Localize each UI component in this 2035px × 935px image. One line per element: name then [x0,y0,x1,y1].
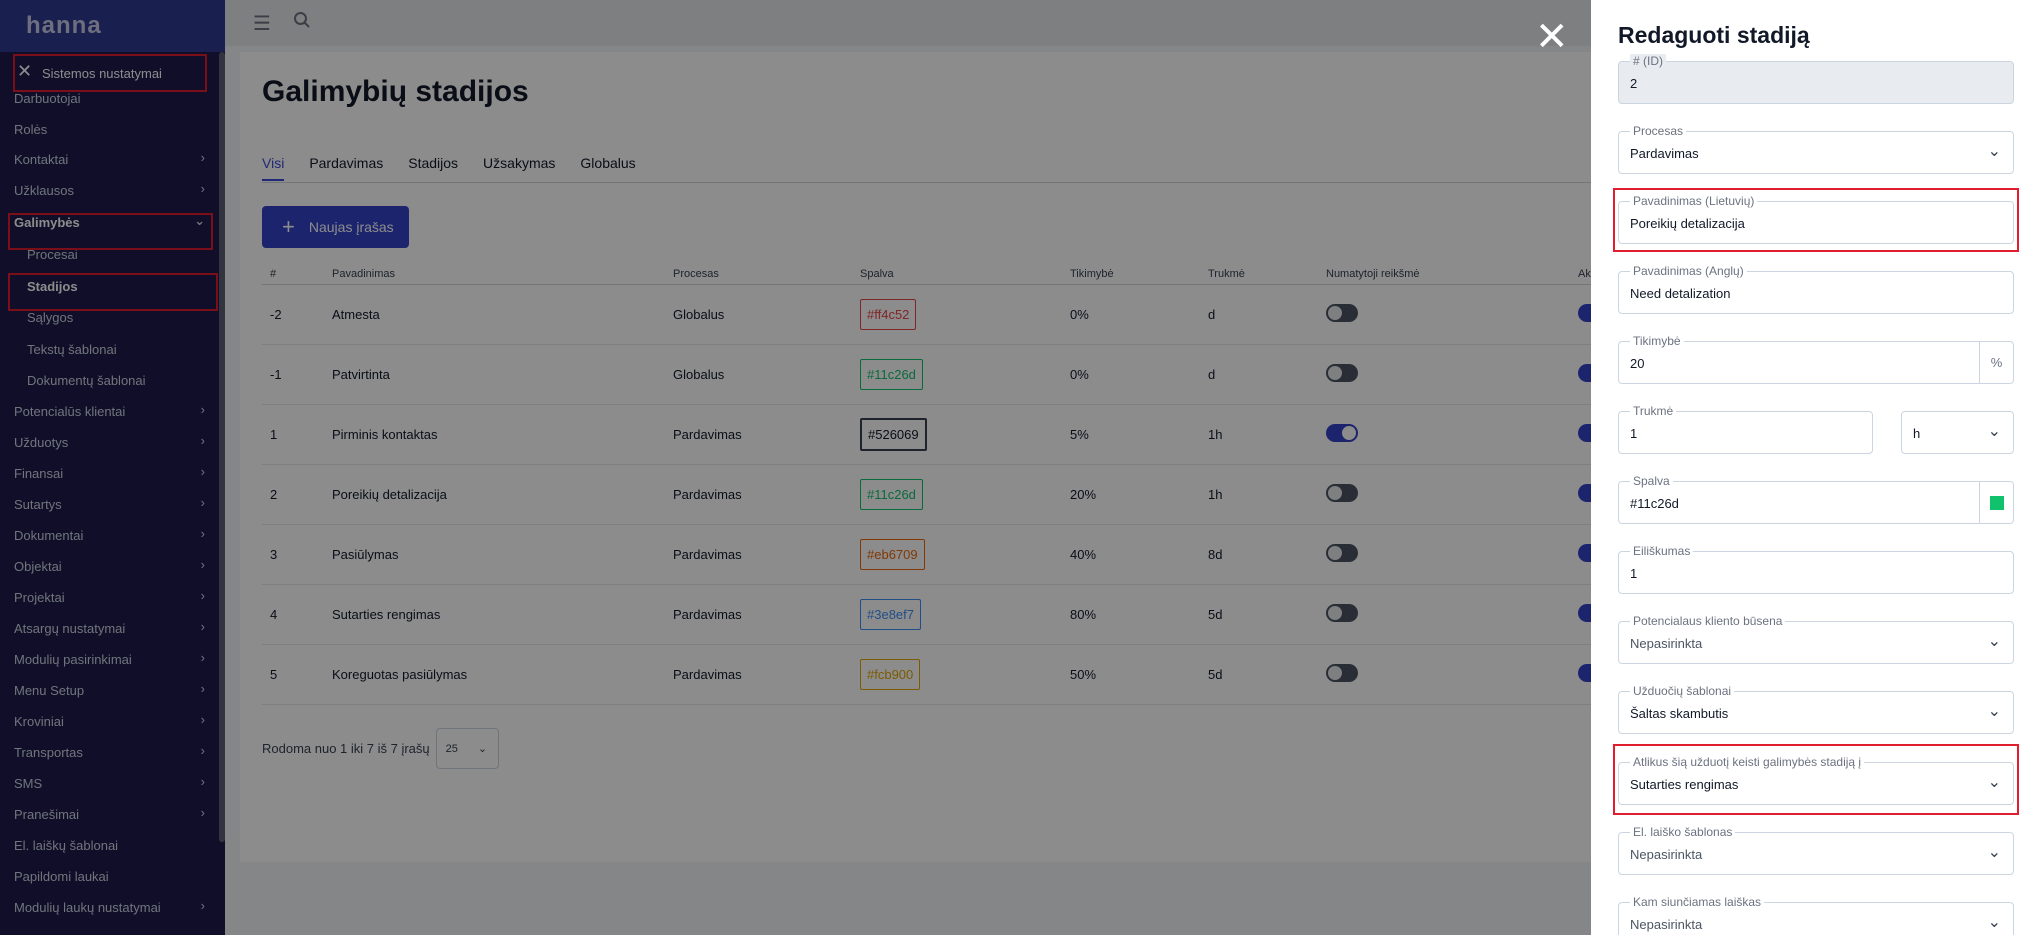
color-field[interactable]: Spalva #11c26d [1618,474,1980,524]
lead-status-value: Nepasirinkta [1630,636,1703,651]
field-label: Eiliškumas [1630,544,1694,558]
task-template-select[interactable]: Užduočių šablonai Šaltas skambutis ⌄ [1618,684,2014,734]
field-label: Procesas [1630,124,1687,138]
email-template-value: Nepasirinkta [1630,847,1703,862]
highlight-box [1613,188,2019,252]
id-field: # (ID) 2 [1618,54,2014,104]
drawer-title: Redaguoti stadiją [1618,22,1810,48]
chevron-down-icon: ⌄ [1987,703,2001,720]
duration-value: 1 [1630,426,1638,441]
lead-status-select[interactable]: Potencialaus kliento būsena Nepasirinkta… [1618,614,2014,664]
close-icon[interactable]: ✕ [1535,17,1569,57]
name-en-value: Need detalization [1630,286,1731,301]
recipient-value: Nepasirinkta [1630,917,1703,932]
field-label: Spalva [1630,474,1673,488]
field-label: Kam siunčiamas laiškas [1630,895,1765,909]
process-select[interactable]: Procesas Pardavimas ⌄ [1618,124,2014,174]
email-template-select[interactable]: El. laiško šablonas Nepasirinkta ⌄ [1618,825,2014,875]
chevron-down-icon: ⌄ [1987,423,2001,440]
duration-field[interactable]: Trukmė 1 [1618,404,1873,454]
probability-field[interactable]: Tikimybė 20 [1618,334,1980,384]
chevron-down-icon: ⌄ [1987,844,2001,861]
color-swatch-button[interactable] [1979,481,2014,524]
field-label: Trukmė [1630,404,1677,418]
modal-overlay[interactable] [0,0,1591,935]
order-field[interactable]: Eiliškumas 1 [1618,544,2014,594]
duration-unit-select[interactable]: h ⌄ [1901,411,2014,454]
field-label: # (ID) [1630,54,1666,68]
chevron-down-icon: ⌄ [1987,914,2001,931]
field-label: Tikimybė [1630,334,1684,348]
field-label: Potencialaus kliento būsena [1630,614,1786,628]
id-value: 2 [1630,76,1638,91]
recipient-select[interactable]: Kam siunčiamas laiškas Nepasirinkta ⌄ [1618,895,2014,935]
duration-unit-value: h [1913,426,1921,441]
process-value: Pardavimas [1630,146,1699,161]
field-label: El. laiško šablonas [1630,825,1736,839]
field-label: Užduočių šablonai [1630,684,1735,698]
edit-stage-drawer: Redaguoti stadiją # (ID) 2 Procesas Pard… [1591,0,2035,935]
chevron-down-icon: ⌄ [1987,143,2001,160]
order-value: 1 [1630,566,1638,581]
chevron-down-icon: ⌄ [1987,633,2001,650]
percent-suffix: % [1979,341,2014,384]
probability-value: 20 [1630,356,1645,371]
color-value: #11c26d [1630,496,1679,511]
name-en-field[interactable]: Pavadinimas (Anglų) Need detalization [1618,264,2014,314]
field-label: Pavadinimas (Anglų) [1630,264,1747,278]
color-swatch [1989,495,2004,510]
highlight-box [1613,744,2019,815]
task-template-value: Šaltas skambutis [1630,706,1729,721]
